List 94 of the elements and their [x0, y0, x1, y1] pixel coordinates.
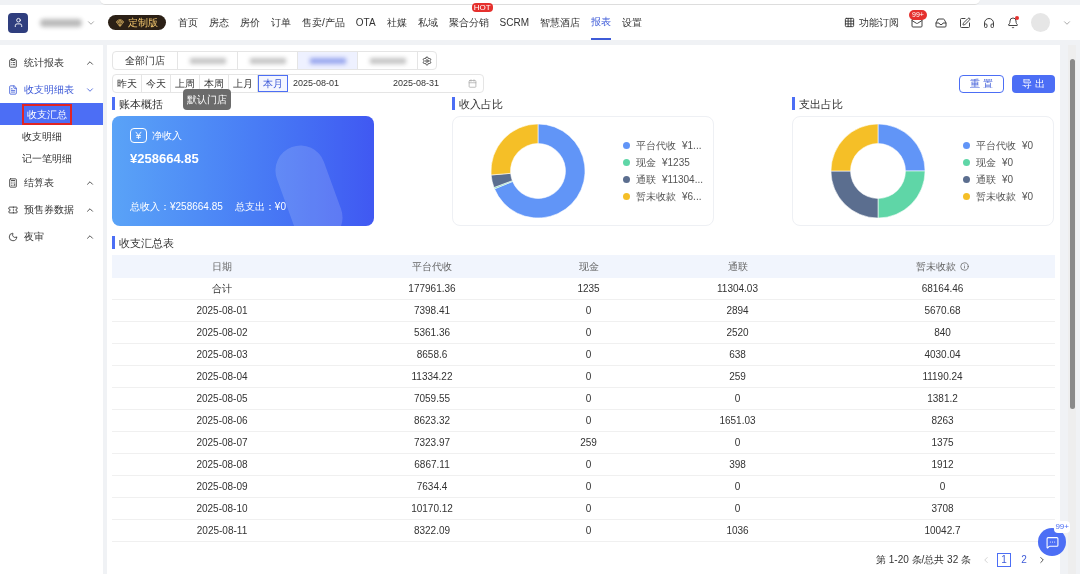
column-header: 现金: [578, 260, 599, 274]
legend-label: 现金: [636, 156, 656, 170]
table-cell-text: 5670.68: [924, 304, 961, 318]
table-cell-text: 1235: [577, 282, 600, 296]
table-cell-text: 4030.04: [924, 348, 961, 362]
column-header: 通联: [727, 260, 748, 274]
table-cell-text: 1912: [931, 458, 954, 472]
total-income: 总收入：¥258664.85: [130, 199, 223, 214]
legend-amount: ¥1235: [662, 156, 690, 170]
total-expense: 总支出：¥0: [234, 199, 286, 214]
table-cell-text: 8322.09: [413, 524, 451, 538]
table-cell-text: 5361.36: [413, 326, 451, 340]
legend-label: 平台代收: [636, 139, 676, 153]
table-cell-text: 0: [734, 480, 741, 494]
table-cell-text: 2025-08-05: [196, 392, 248, 406]
table-cell-text: 1036: [726, 524, 749, 538]
table-cell-text: 7398.41: [413, 304, 451, 318]
table-cell-text: 11190.24: [922, 370, 963, 384]
table-cell-text: 2520: [726, 326, 749, 340]
legend-amount: ¥11304...: [662, 173, 703, 187]
table-cell-text: 259: [580, 436, 597, 450]
table-cell-text: 0: [585, 348, 592, 362]
table-cell-text: 68164.46: [921, 282, 964, 296]
section-title: 支出占比: [799, 98, 843, 110]
table-cell-text: 11304.03: [717, 282, 758, 296]
section-title: 收入占比: [459, 98, 503, 110]
table-cell-text: 1651.03: [719, 414, 756, 428]
legend-amount: ¥0: [1022, 139, 1034, 153]
table-cell-text: 8263: [931, 414, 954, 428]
hot-badge: HOT: [471, 3, 493, 12]
section-title: 收支汇总表: [119, 237, 174, 249]
table-cell-text: 0: [585, 304, 592, 318]
table-cell-text: 0: [734, 392, 741, 406]
table-cell-text: 0: [585, 326, 592, 340]
table-cell-text: 0: [585, 370, 592, 384]
legend-amount: ¥0: [1002, 173, 1014, 187]
table-cell-text: 0: [734, 436, 741, 450]
column-header: 暂未收款: [916, 260, 956, 274]
legend-amount: ¥1...: [682, 139, 702, 153]
tooltip: 默认门店: [183, 89, 231, 110]
table-cell-text: 840: [934, 326, 951, 340]
table-cell-text: 0: [585, 524, 592, 538]
table-cell-text: 11334.22: [411, 370, 453, 384]
legend-amount: ¥0: [1002, 156, 1014, 170]
legend-label: 平台代收: [976, 139, 1016, 153]
legend-label: 暂未收款: [636, 190, 676, 204]
table-cell-text: 2025-08-10: [196, 502, 248, 516]
legend-label: 暂未收款: [976, 190, 1016, 204]
table-cell-text: 0: [585, 502, 592, 516]
table-cell-text: 2025-08-06: [196, 414, 248, 428]
table-cell-text: 2025-08-11: [196, 524, 248, 538]
table-cell-text: 2025-08-09: [196, 480, 248, 494]
pagination-summary: 第 1-20 条/总共 32 条: [875, 553, 971, 567]
chat-badge: 99+: [1054, 521, 1070, 533]
table-cell-text: 0: [585, 458, 592, 472]
table-cell-text: 6867.11: [414, 458, 450, 472]
table-cell-text: 7059.55: [413, 392, 451, 406]
legend-amount: ¥0: [1022, 190, 1034, 204]
legend-label: 通联: [636, 173, 656, 187]
table-cell-text: 2025-08-07: [196, 436, 248, 450]
table-cell-text: 0: [939, 480, 946, 494]
column-header: 平台代收: [412, 260, 452, 274]
table-cell-text: 638: [729, 348, 746, 362]
net-income-amount: ¥258664.85: [130, 150, 200, 168]
table-cell-text: 2025-08-03: [196, 348, 248, 362]
card-label: 净收入: [152, 129, 182, 143]
table-cell-text: 0: [585, 480, 592, 494]
table-cell-text: 2025-08-04: [196, 370, 248, 384]
table-cell-text: 2025-08-01: [196, 304, 248, 318]
table-cell-text: 7323.97: [413, 436, 451, 450]
table-cell-text: 0: [585, 392, 592, 406]
table-cell-text: 177961.36: [408, 282, 456, 296]
legend-label: 现金: [976, 156, 996, 170]
table-cell-text: 0: [585, 414, 592, 428]
section-title: 账本概括: [119, 98, 163, 110]
table-cell-text: 259: [729, 370, 746, 384]
table-cell-text: 3708: [931, 502, 954, 516]
table-cell-text: 1381.2: [927, 392, 958, 406]
legend-amount: ¥6...: [682, 190, 702, 204]
table-cell-text: 2025-08-02: [196, 326, 248, 340]
edition-badge: 定制版: [108, 15, 166, 30]
table-cell-text: 合计: [212, 282, 232, 296]
column-header: 日期: [212, 260, 232, 274]
table-cell-text: 10042.7: [924, 524, 961, 538]
table-cell-text: 7634.4: [416, 480, 448, 494]
table-cell-text: 10170.12: [411, 502, 453, 516]
table-cell-text: 8623.32: [413, 414, 451, 428]
legend-label: 通联: [976, 173, 996, 187]
table-cell-text: 2894: [726, 304, 749, 318]
table-cell-text: 1375: [931, 436, 954, 450]
table-cell-text: 398: [729, 458, 746, 472]
table-cell-text: 8658.6: [416, 348, 448, 362]
table-cell-text: 2025-08-08: [196, 458, 248, 472]
table-cell-text: 0: [734, 502, 741, 516]
